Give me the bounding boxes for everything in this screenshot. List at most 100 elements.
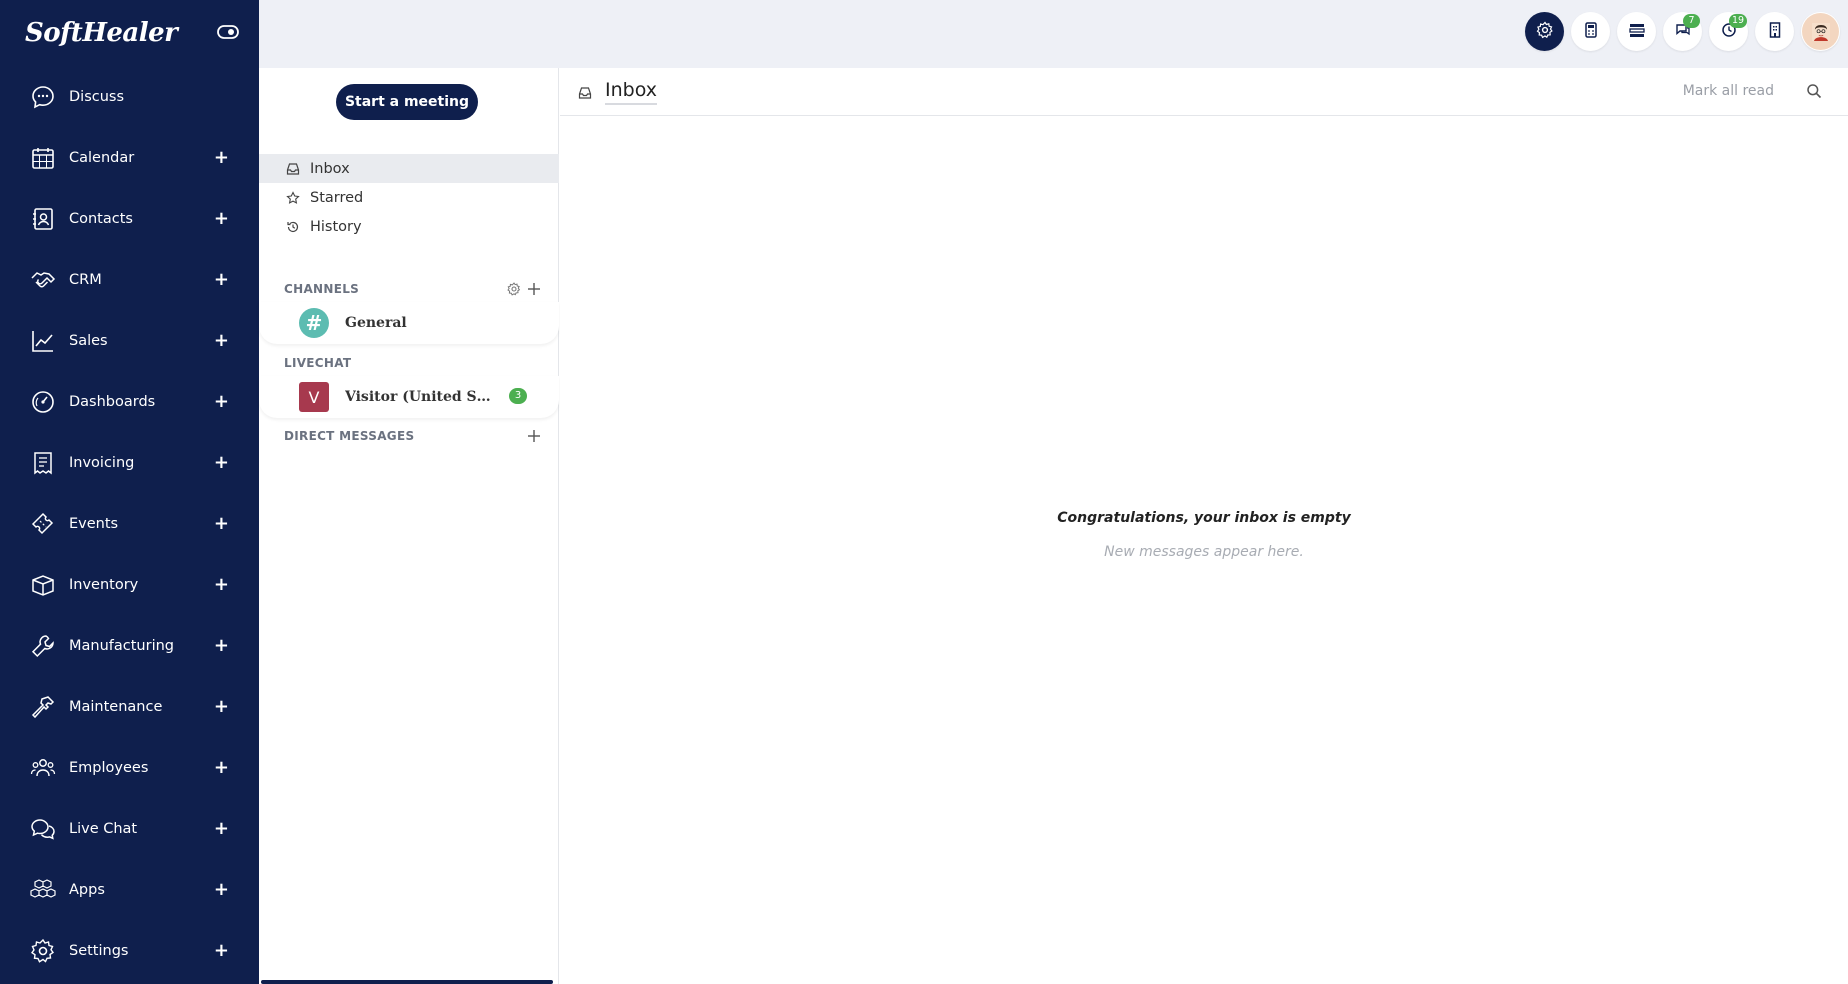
box-icon (30, 572, 56, 598)
sidebar-item-label: Invoicing (69, 454, 135, 471)
sidebar-item-label: Inventory (69, 576, 139, 593)
chat-bubble-icon (30, 84, 56, 110)
receipt-icon (30, 450, 56, 476)
mailbox-history[interactable]: History (259, 212, 559, 241)
wrench-icon (30, 633, 56, 659)
visitor-avatar: V (299, 382, 329, 412)
sidebar-item-events[interactable]: Events + (0, 493, 259, 554)
activities-button[interactable]: 19 (1709, 12, 1748, 51)
history-icon (286, 220, 300, 234)
layout-button[interactable] (1617, 12, 1656, 51)
sidebar-item-calendar[interactable]: Calendar + (0, 127, 259, 188)
plus-icon[interactable]: + (214, 636, 229, 655)
sidebar-item-label: Dashboards (69, 393, 156, 410)
avatar (1802, 13, 1839, 50)
sidebar-item-label: Apps (69, 881, 105, 898)
plus-icon[interactable]: + (214, 392, 229, 411)
sidebar-item-label: Manufacturing (69, 637, 174, 654)
sidebar-item-label: Sales (69, 332, 108, 349)
plus-icon[interactable]: + (214, 514, 229, 533)
mailbox-inbox[interactable]: Inbox (259, 154, 559, 183)
sidebar-item-dashboards[interactable]: Dashboards + (0, 371, 259, 432)
plus-icon[interactable]: + (214, 453, 229, 472)
messages-badge: 7 (1683, 14, 1700, 28)
plus-icon[interactable]: + (214, 148, 229, 167)
horizontal-scrollbar[interactable] (261, 980, 553, 984)
sidebar-item-contacts[interactable]: Contacts + (0, 188, 259, 249)
calculator-icon (1582, 21, 1600, 43)
channels-section-title: CHANNELS (284, 282, 360, 296)
plus-icon[interactable]: + (214, 819, 229, 838)
search-icon[interactable] (1806, 83, 1822, 99)
unread-counter-badge: 3 (509, 388, 527, 404)
sidebar-item-apps[interactable]: Apps + (0, 859, 259, 920)
cubes-icon (30, 877, 56, 903)
sidebar-item-label: Settings (69, 942, 129, 959)
people-icon (30, 755, 56, 781)
trend-chart-icon (30, 328, 56, 354)
plus-icon[interactable]: + (214, 270, 229, 289)
plus-icon[interactable]: + (214, 697, 229, 716)
plus-icon[interactable]: + (214, 209, 229, 228)
sidebar-item-label: Events (69, 515, 119, 532)
plus-icon[interactable]: + (214, 575, 229, 594)
sidebar-item-invoicing[interactable]: Invoicing + (0, 432, 259, 493)
empty-state-subtitle: New messages appear here. (1104, 544, 1304, 560)
sidebar-item-label: Maintenance (69, 698, 163, 715)
sidebar-toggle-icon[interactable] (216, 22, 240, 42)
user-menu-button[interactable] (1801, 12, 1840, 51)
sidebar-item-maintenance[interactable]: Maintenance + (0, 676, 259, 737)
mailbox-label: Starred (310, 189, 364, 206)
direct-messages-section-title: DIRECT MESSAGES (284, 429, 415, 443)
gear-icon (1536, 21, 1554, 43)
gear-icon (30, 938, 56, 964)
calculator-button[interactable] (1571, 12, 1610, 51)
sidebar-item-label: CRM (69, 271, 102, 288)
thread-header: Inbox Mark all read (560, 68, 1848, 116)
chat-bubbles-icon (30, 816, 56, 842)
add-direct-message-icon[interactable] (527, 429, 541, 443)
plus-icon[interactable]: + (214, 880, 229, 899)
sidebar-item-manufacturing[interactable]: Manufacturing + (0, 615, 259, 676)
discuss-side-panel: Start a meeting Inbox Starred History CH… (259, 68, 559, 984)
handshake-icon (30, 267, 56, 293)
livechat-section-title: LIVECHAT (284, 356, 352, 370)
add-channel-icon[interactable] (527, 282, 541, 296)
plus-icon[interactable]: + (214, 941, 229, 960)
sidebar-item-crm[interactable]: CRM + (0, 249, 259, 310)
company-button[interactable] (1755, 12, 1794, 51)
page-title: Inbox (605, 79, 657, 105)
brand-logo: SoftHealer (25, 18, 178, 48)
top-bar: 7 19 (259, 0, 1848, 68)
calendar-icon (30, 145, 56, 171)
sidebar-nav: Discuss Calendar + Contacts + CRM + Sale… (0, 66, 259, 981)
channel-item-general[interactable]: # General (259, 302, 559, 344)
mark-all-read-button[interactable]: Mark all read (1683, 83, 1774, 99)
sidebar-item-sales[interactable]: Sales + (0, 310, 259, 371)
mailbox-starred[interactable]: Starred (259, 183, 559, 212)
plus-icon[interactable]: + (214, 331, 229, 350)
plus-icon[interactable]: + (214, 758, 229, 777)
sidebar-item-inventory[interactable]: Inventory + (0, 554, 259, 615)
sidebar-item-settings[interactable]: Settings + (0, 920, 259, 981)
livechat-item-visitor[interactable]: V Visitor (United Stat... 3 (259, 376, 559, 418)
start-meeting-button[interactable]: Start a meeting (336, 84, 478, 120)
empty-state-title: Congratulations, your inbox is empty (1057, 510, 1351, 526)
activities-badge: 19 (1729, 14, 1748, 28)
inbox-icon (578, 85, 592, 99)
sidebar-item-live-chat[interactable]: Live Chat + (0, 798, 259, 859)
sidebar-item-employees[interactable]: Employees + (0, 737, 259, 798)
contact-card-icon (30, 206, 56, 232)
ticket-icon (30, 511, 56, 537)
settings-button[interactable] (1525, 12, 1564, 51)
sidebar-item-label: Discuss (69, 88, 125, 105)
sidebar-item-discuss[interactable]: Discuss (0, 66, 259, 127)
inbox-icon (286, 162, 300, 176)
sidebar-item-label: Employees (69, 759, 149, 776)
sidebar-item-label: Calendar (69, 149, 135, 166)
messages-button[interactable]: 7 (1663, 12, 1702, 51)
top-bar-actions: 7 19 (1525, 12, 1840, 51)
building-icon (1766, 21, 1784, 43)
channel-name: General (345, 315, 407, 331)
channel-settings-icon[interactable] (507, 282, 521, 296)
